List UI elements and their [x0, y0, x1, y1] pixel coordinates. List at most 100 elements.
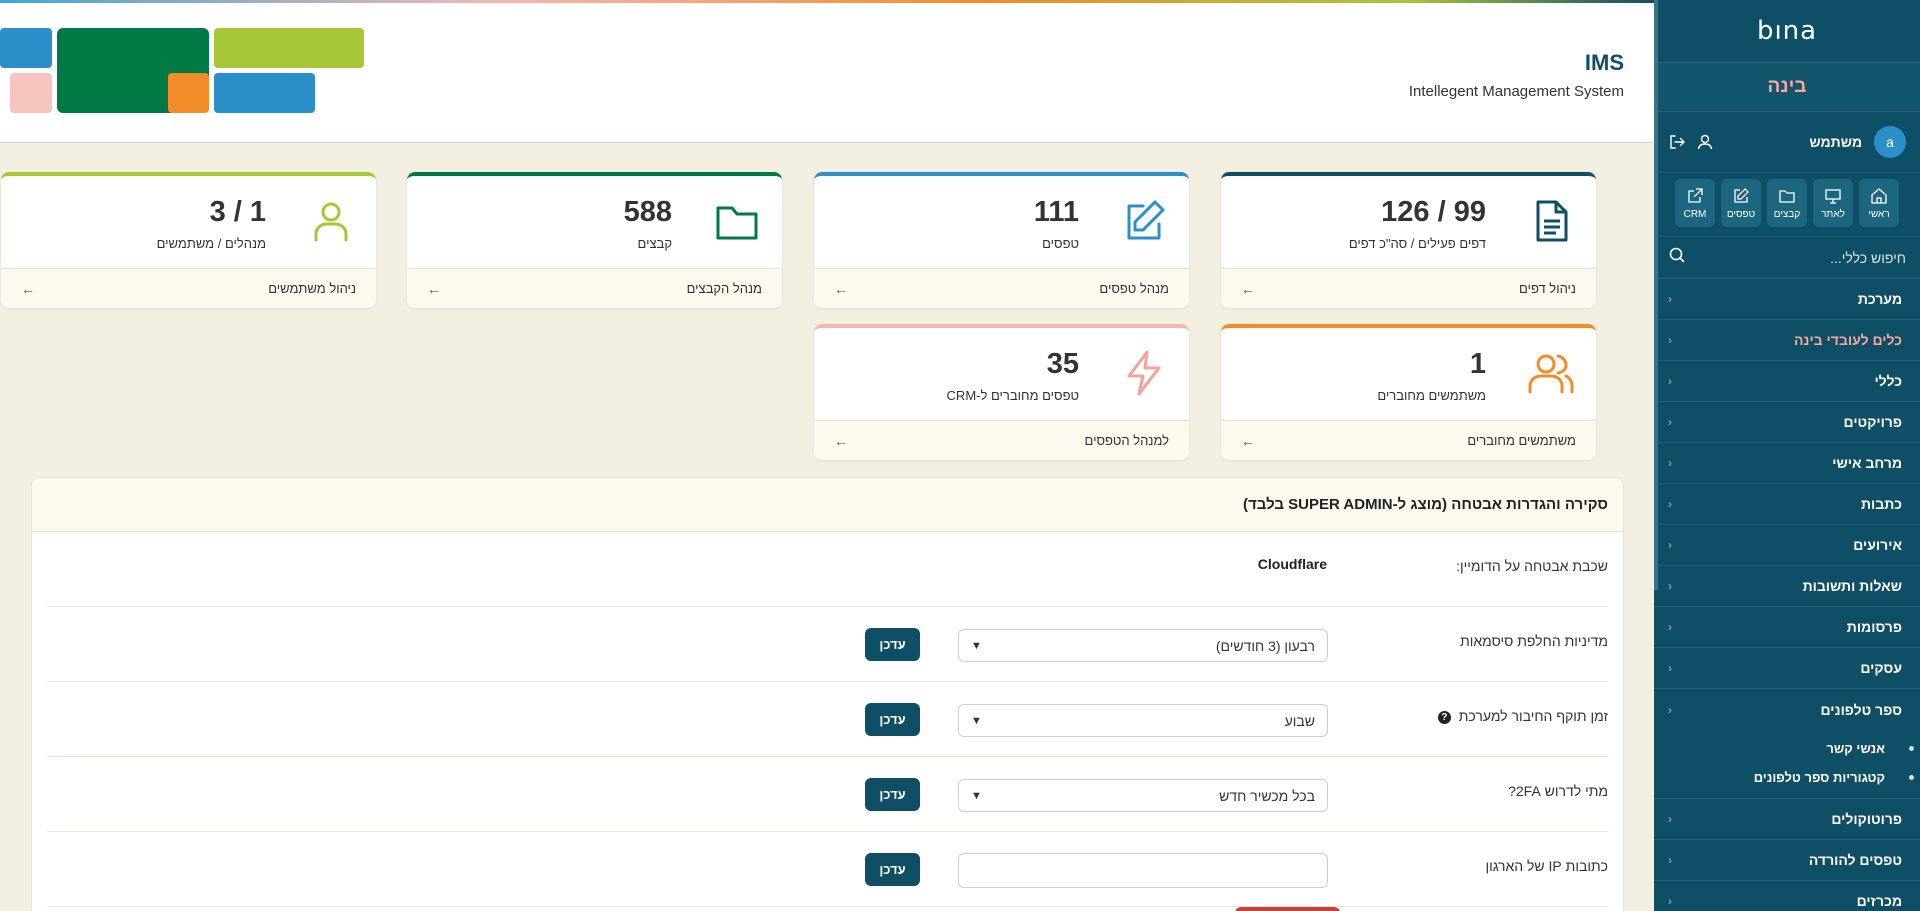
- nav-label: כללי: [1874, 373, 1902, 389]
- folder-icon: [1779, 189, 1795, 203]
- chevron-left-icon: ‹: [1668, 853, 1672, 867]
- monitor-icon: [1825, 188, 1841, 204]
- security-row-ip: כתובות IP של הארגון עדכן: [47, 832, 1608, 907]
- edit-icon: [1119, 196, 1169, 246]
- stat-card-forms: 111 טפסים מנהל טפסים ←: [814, 172, 1189, 308]
- security-row-session-timeout: זמן תוקף החיבור למערכת ? שבוע ▼ עדכן: [47, 682, 1608, 757]
- sidebar-search: [1654, 237, 1920, 279]
- search-icon[interactable]: [1668, 246, 1686, 269]
- update-button[interactable]: עדכן: [865, 778, 920, 811]
- chevron-left-icon: ‹: [1668, 620, 1672, 634]
- arrow-left-icon: ←: [21, 280, 35, 297]
- ip-addresses-input[interactable]: [958, 853, 1328, 888]
- sidebar-item-download-forms[interactable]: טפסים להורדה ‹: [1654, 840, 1920, 881]
- chevron-left-icon: ‹: [1668, 661, 1672, 675]
- sidebar-item-events[interactable]: אירועים ‹: [1654, 525, 1920, 566]
- nav-label: פרוטוקולים: [1831, 811, 1902, 827]
- quick-link-site[interactable]: לאתר: [1813, 179, 1853, 227]
- chevron-left-icon: ‹: [1668, 374, 1672, 388]
- phonebook-submenu: אנשי קשר קטגוריות ספר טלפונים: [1654, 730, 1920, 799]
- folder-icon: [712, 196, 762, 246]
- quick-link-files[interactable]: קבצים: [1767, 179, 1807, 227]
- quick-link-label: טפסים: [1726, 208, 1756, 220]
- chevron-down-icon: ▼: [971, 789, 982, 802]
- sidebar-item-protocols[interactable]: פרוטוקולים ‹: [1654, 799, 1920, 840]
- logo-tile: [214, 28, 364, 68]
- sidebar: bına בינה a משתמש ראשי לאתר קבצים טפסים …: [1654, 0, 1920, 911]
- sidebar-item-personal-space[interactable]: מרחב אישי ‹: [1654, 443, 1920, 484]
- sidebar-item-system[interactable]: מערכת ‹: [1654, 279, 1920, 320]
- card-link-files-manager[interactable]: מנהל הקבצים ←: [407, 268, 782, 308]
- row-label: זמן תוקף החיבור למערכת ?: [1437, 708, 1608, 724]
- app-title: IMS: [1584, 50, 1624, 75]
- chevron-left-icon: ‹: [1668, 702, 1672, 717]
- nav-label: פרויקטים: [1843, 414, 1902, 430]
- quick-link-label: CRM: [1683, 208, 1707, 220]
- arrow-left-icon: ←: [427, 280, 441, 297]
- sidebar-item-phonebook[interactable]: ספר טלפונים ‹: [1654, 689, 1920, 730]
- quick-links: ראשי לאתר קבצים טפסים CRM: [1654, 173, 1920, 237]
- card-link-connected-users[interactable]: משתמשים מחוברים ←: [1221, 420, 1596, 460]
- update-button[interactable]: עדכן: [865, 628, 920, 661]
- arrow-left-icon: ←: [834, 280, 848, 297]
- security-panel: סקירה והגדרות אבטחה (מוצג ל-SUPER ADMIN …: [31, 477, 1624, 911]
- row-value: Cloudflare: [1257, 556, 1327, 572]
- search-input[interactable]: [1686, 249, 1906, 266]
- sidebar-item-general[interactable]: כללי ‹: [1654, 361, 1920, 402]
- chevron-down-icon: ▼: [971, 714, 982, 727]
- security-row-password-policy: מדיניות החלפת סיסמאות רבעון (3 חודשים) ▼…: [47, 607, 1608, 682]
- session-timeout-select[interactable]: שבוע ▼: [958, 704, 1328, 737]
- logo-tile: [168, 73, 209, 113]
- nav-label: כתבות: [1860, 496, 1902, 512]
- chevron-left-icon: ‹: [1668, 292, 1672, 306]
- sidebar-item-ads[interactable]: פרסומות ‹: [1654, 607, 1920, 648]
- logout-icon[interactable]: [1668, 133, 1686, 151]
- quick-link-forms[interactable]: טפסים: [1721, 179, 1761, 227]
- user-icon: [306, 196, 356, 246]
- update-button[interactable]: עדכן: [865, 703, 920, 736]
- card-link-label: מנהל הקבצים: [686, 281, 762, 296]
- row-label: מתי לדרוש 2FA?: [1508, 783, 1608, 799]
- home-icon: [1871, 187, 1887, 204]
- 2fa-select[interactable]: בכל מכשיר חדש ▼: [958, 779, 1328, 812]
- card-link-label: ניהול דפים: [1519, 281, 1576, 296]
- quick-link-label: לאתר: [1821, 208, 1845, 220]
- stat-label: טפסים: [1042, 236, 1079, 251]
- card-link-label: למנהל הטפסים: [1084, 433, 1169, 448]
- sidebar-subitem-contacts[interactable]: אנשי קשר: [1654, 734, 1920, 763]
- nav-label: ספר טלפונים: [1820, 701, 1903, 718]
- chevron-left-icon: ‹: [1668, 333, 1672, 347]
- quick-link-label: ראשי: [1868, 208, 1890, 220]
- card-link-manage-users[interactable]: ניהול משתמשים ←: [1, 268, 376, 308]
- sidebar-item-businesses[interactable]: עסקים ‹: [1654, 648, 1920, 689]
- sidebar-item-bina-tools[interactable]: כלים לעובדי בינה ‹: [1654, 320, 1920, 361]
- sidebar-item-faq[interactable]: שאלות ותשובות ‹: [1654, 566, 1920, 607]
- quick-link-home[interactable]: ראשי: [1859, 179, 1899, 227]
- card-link-manage-pages[interactable]: ניהול דפים ←: [1221, 268, 1596, 308]
- stat-label: מנהלים / משתמשים: [156, 236, 266, 251]
- scrollbar[interactable]: [1654, 0, 1658, 590]
- update-button[interactable]: עדכן: [865, 853, 920, 886]
- sidebar-item-articles[interactable]: כתבות ‹: [1654, 484, 1920, 525]
- sidebar-item-projects[interactable]: פרויקטים ‹: [1654, 402, 1920, 443]
- chevron-left-icon: ‹: [1668, 538, 1672, 552]
- nav-label: מרחב אישי: [1832, 455, 1902, 471]
- logo-tile: [0, 28, 52, 68]
- avatar[interactable]: a: [1874, 126, 1906, 158]
- chevron-left-icon: ‹: [1668, 456, 1672, 470]
- card-link-to-forms-manager[interactable]: למנהל הטפסים ←: [814, 420, 1189, 460]
- profile-icon[interactable]: [1696, 133, 1714, 151]
- sidebar-subitem-phonebook-categories[interactable]: קטגוריות ספר טלפונים: [1654, 763, 1920, 792]
- select-value: רבעון (3 חודשים): [1215, 637, 1315, 654]
- card-link-forms-manager[interactable]: מנהל טפסים ←: [814, 268, 1189, 308]
- stat-label: קבצים: [637, 236, 672, 251]
- quick-link-crm[interactable]: CRM: [1675, 179, 1715, 227]
- password-policy-select[interactable]: רבעון (3 חודשים) ▼: [958, 629, 1328, 662]
- sidebar-item-tenders[interactable]: מכרזים ‹: [1654, 881, 1920, 911]
- stat-label: דפים פעילים / סה"כ דפים: [1348, 236, 1486, 251]
- question-icon[interactable]: ?: [1437, 710, 1451, 724]
- bina-logo[interactable]: bına: [1654, 0, 1920, 63]
- stat-value: 3 / 1: [209, 196, 266, 228]
- danger-button[interactable]: [1235, 907, 1340, 911]
- edit-icon: [1734, 187, 1749, 203]
